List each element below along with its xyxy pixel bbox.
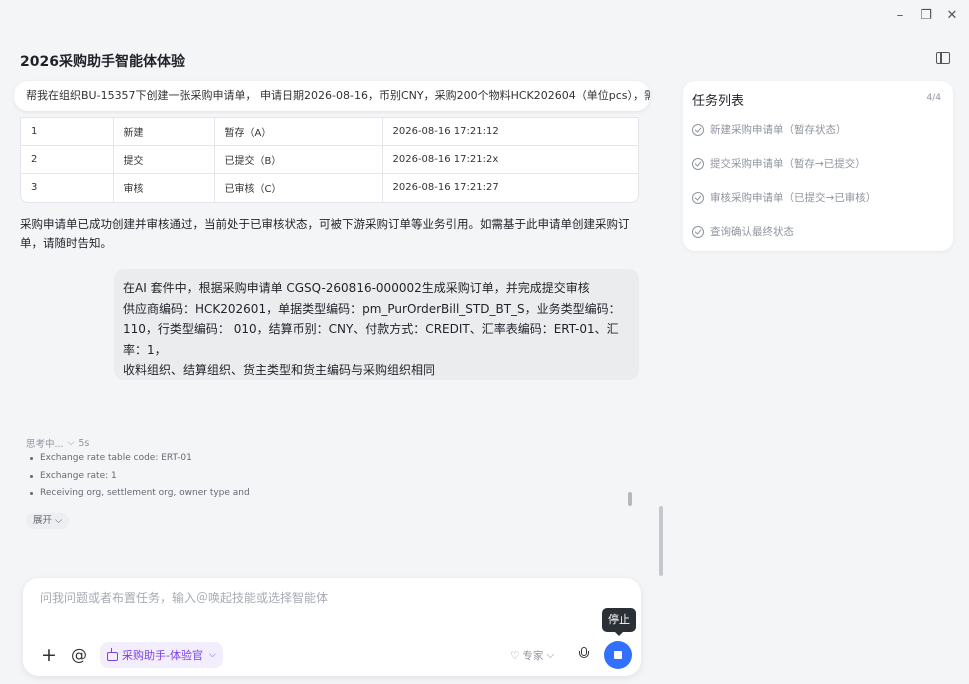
close-icon[interactable]: ✕ [945, 8, 959, 24]
task-item: 提交采购申请单（暂存→已提交） [692, 156, 866, 171]
stop-icon [614, 651, 622, 659]
thinking-label: 思考中... [26, 439, 64, 450]
table-cell: 已审核（C） [213, 173, 382, 202]
task-item: 查询确认最终状态 [692, 224, 794, 239]
check-circle-icon [692, 157, 704, 170]
chevron-down-icon: ⌵ [546, 649, 555, 661]
task-list-panel: 任务列表 4/4 新建采购申请单（暂存状态） 提交采购申请单（暂存→已提交） 审… [683, 81, 953, 251]
thinking-item: Receiving org, settlement org, owner typ… [30, 485, 636, 503]
user-message-line: 收料组织、结算组织、货主类型和货主编码与采购组织相同 [123, 363, 436, 377]
status-table: 1 新建 暂存（A） 2026-08-16 17:21:12 2 提交 已提交（… [20, 117, 639, 203]
check-circle-icon [692, 225, 704, 238]
table-row: 1 新建 暂存（A） 2026-08-16 17:21:12 [21, 117, 638, 146]
user-message-line: 在AI 套件中，根据采购申请单 CGSQ-260816-000002生成采购订单… [123, 281, 590, 295]
table-cell: 审核 [112, 173, 214, 202]
thinking-item: Exchange rate table code: ERT-01 [30, 452, 636, 468]
restore-icon[interactable]: ❐ [919, 8, 933, 24]
task-item: 新建采购申请单（暂存状态） [692, 122, 847, 137]
task-item: 审核采购申请单（已提交→已审核） [692, 190, 876, 205]
table-cell: 暂存（A） [213, 117, 382, 146]
table-cell: 新建 [112, 117, 214, 146]
check-circle-icon [692, 191, 704, 204]
user-message-line: 率：1， [123, 342, 167, 357]
stop-tooltip: 停止 [602, 608, 636, 636]
minimize-icon[interactable]: – [893, 8, 907, 24]
task-label: 查询确认最终状态 [710, 226, 794, 238]
mode-label: 专家 [522, 650, 544, 662]
table-cell: 3 [21, 173, 113, 202]
chevron-down-icon: ⌵ [67, 438, 75, 448]
expand-button[interactable]: 展开 ⌵ [26, 513, 70, 529]
add-icon[interactable]: + [41, 646, 57, 665]
user-message-line: 供应商编码：HCK202601，单据类型编码：pm_PurOrderBill_S… [123, 301, 621, 316]
thinking-content[interactable]: Exchange rate table code: ERT-01 Exchang… [26, 452, 636, 510]
thinking-duration: 5s [78, 437, 90, 449]
mention-icon[interactable]: @ [71, 646, 87, 664]
user-message-line: 110，行类型编码： 010，结算币别：CNY、付款方式：CREDIT、汇率表编… [123, 322, 619, 336]
table-cell: 已提交（B） [213, 145, 382, 174]
heart-icon: ♡ [510, 649, 520, 662]
mode-selector[interactable]: ♡ 专家 ⌵ [510, 648, 554, 663]
user-message-bubble: 在AI 套件中，根据采购申请单 CGSQ-260816-000002生成采购订单… [114, 269, 639, 380]
chat-scrollbar[interactable] [659, 506, 663, 576]
thinking-item: Exchange rate: 1 [30, 468, 636, 486]
table-row: 2 提交 已提交（B） 2026-08-16 17:21:2x [21, 145, 638, 174]
agent-selector[interactable]: 采购助手-体验官 ⌵ [100, 642, 223, 668]
table-cell: 2 [21, 145, 113, 174]
page-title: 2026采购助手智能体体验 [20, 54, 185, 70]
bot-icon [107, 647, 118, 661]
expand-label: 展开 [33, 515, 53, 526]
table-row: 3 审核 已审核（C） 2026-08-16 17:21:27 [21, 173, 638, 202]
side-panel-toggle-icon[interactable] [936, 52, 950, 64]
window-controls: – ❐ ✕ [893, 8, 959, 24]
table-cell: 1 [21, 117, 113, 146]
microphone-icon[interactable] [579, 647, 589, 661]
table-cell: 提交 [112, 145, 214, 174]
chevron-down-icon: ⌵ [55, 515, 63, 526]
agent-label: 采购助手-体验官 [122, 649, 203, 662]
table-cell: 2026-08-16 17:21:2x [381, 145, 638, 174]
task-label: 新建采购申请单（暂存状态） [710, 124, 847, 136]
previous-prompt[interactable]: 帮我在组织BU-15357下创建一张采购申请单， 申请日期2026-08-16，… [14, 81, 650, 111]
composer: + @ 采购助手-体验官 ⌵ ♡ 专家 ⌵ [23, 578, 641, 676]
task-label: 审核采购申请单（已提交→已审核） [710, 192, 877, 204]
chevron-down-icon: ⌵ [208, 650, 216, 660]
task-count: 4/4 [926, 93, 941, 103]
task-label: 提交采购申请单（暂存→已提交） [710, 158, 866, 170]
message-input[interactable] [40, 591, 600, 605]
table-cell: 2026-08-16 17:21:27 [381, 173, 638, 202]
check-circle-icon [692, 123, 704, 136]
thinking-toggle[interactable]: 思考中... ⌵ 5s [26, 436, 90, 451]
assistant-reply: 采购申请单已成功创建并审核通过，当前处于已审核状态，可被下游采购订单等业务引用。… [20, 217, 630, 250]
table-cell: 2026-08-16 17:21:12 [381, 117, 638, 146]
stop-button[interactable] [604, 641, 632, 669]
task-list-title: 任务列表 [692, 94, 745, 109]
thinking-scrollbar[interactable] [628, 492, 632, 506]
